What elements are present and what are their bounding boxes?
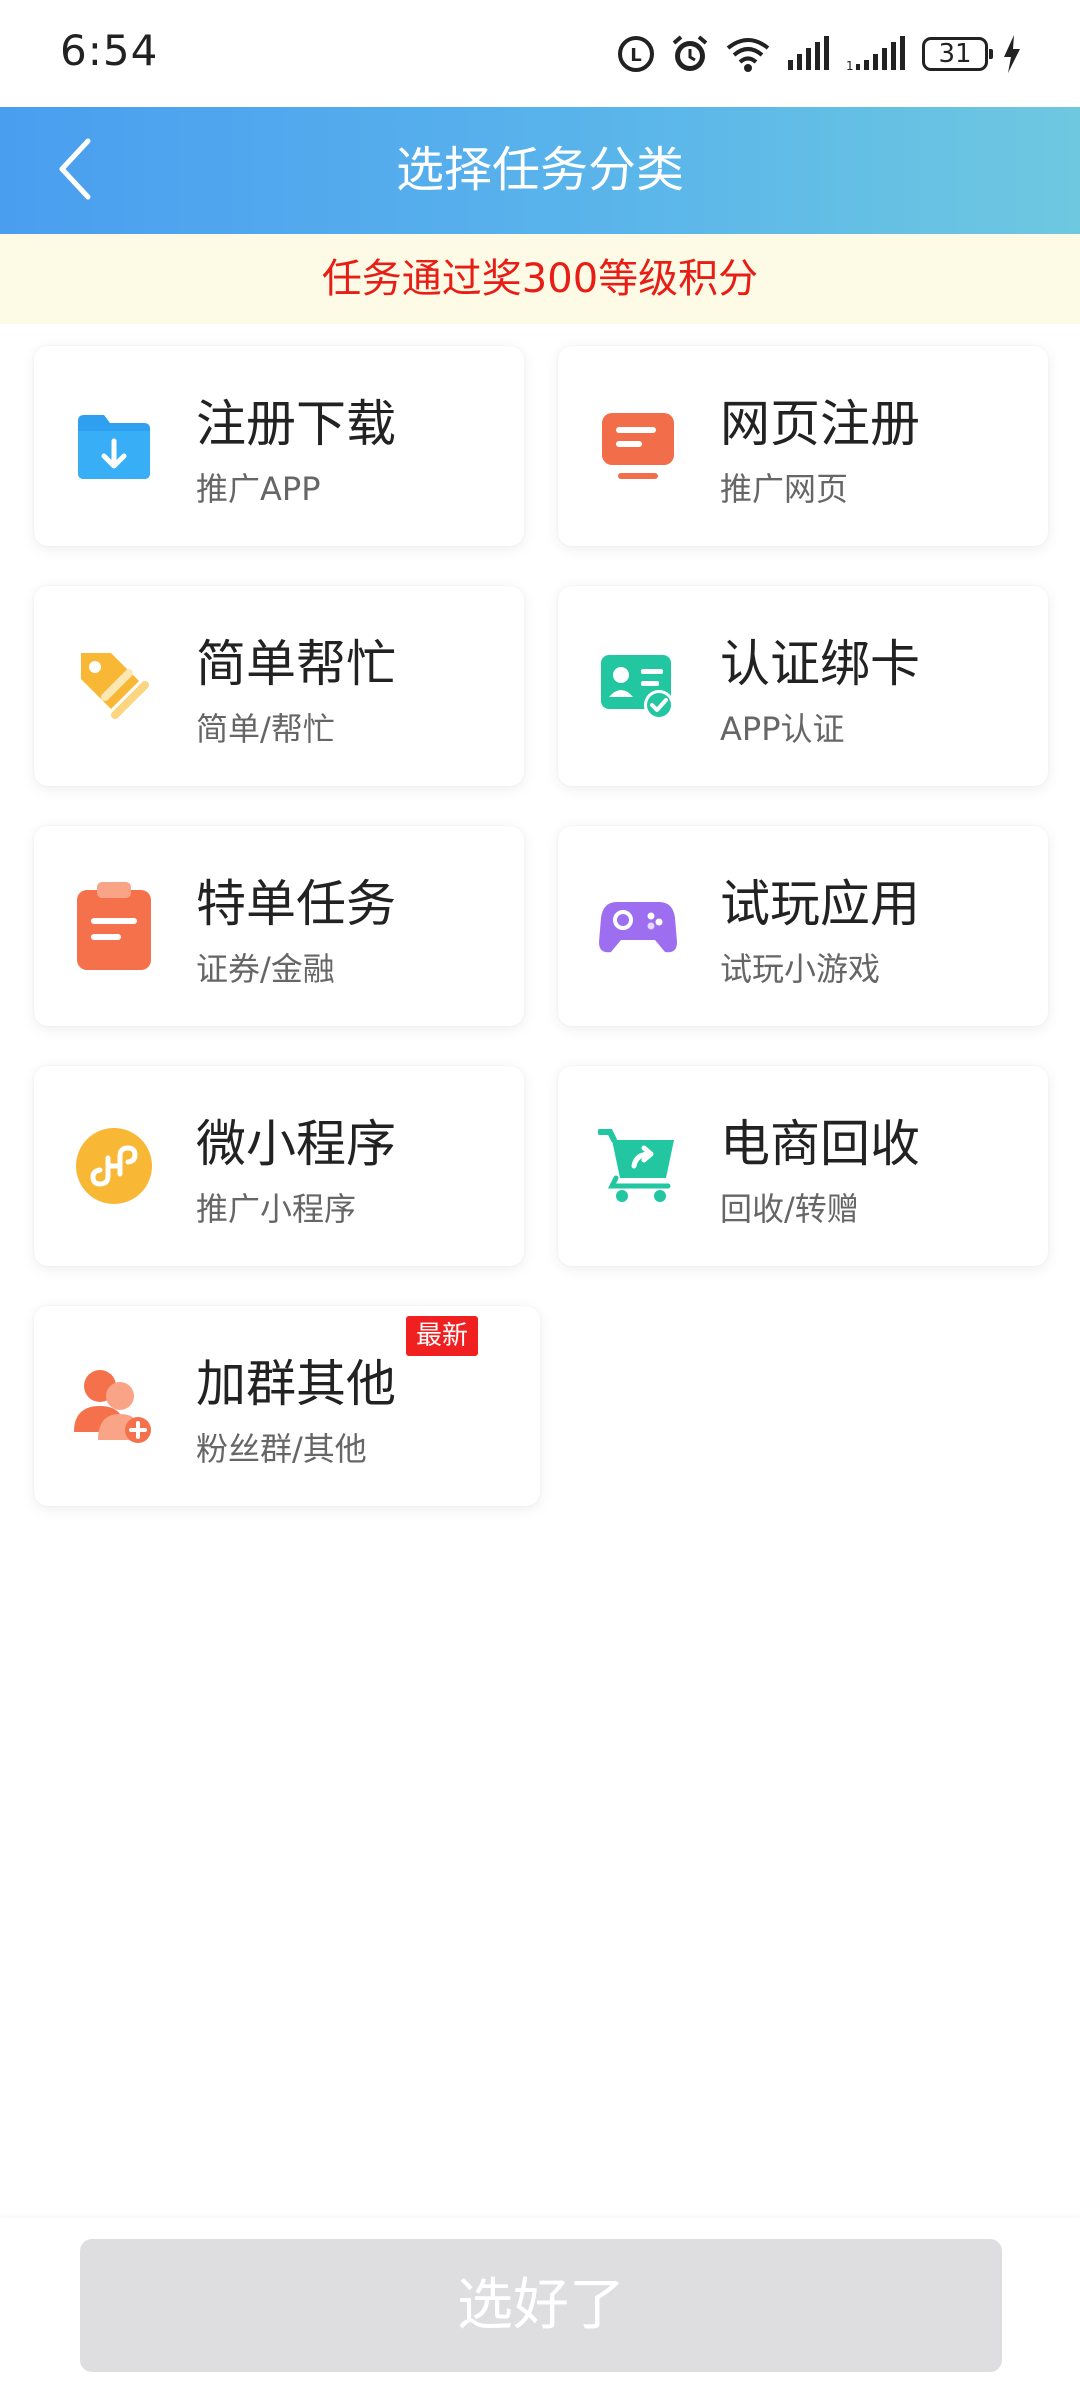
status-bar: 6:54 L 1 31 xyxy=(0,0,1080,107)
svg-text:1: 1 xyxy=(846,59,854,72)
category-title: 认证绑卡 xyxy=(720,635,920,693)
add-group-icon xyxy=(74,1366,154,1446)
category-card-join-group-other[interactable]: 加群其他 粉丝群/其他 最新 xyxy=(34,1306,540,1506)
category-title: 特单任务 xyxy=(196,875,396,933)
alarm-icon xyxy=(670,33,710,75)
category-card-special-task[interactable]: 特单任务 证券/金融 xyxy=(34,826,524,1026)
page-title: 选择任务分类 xyxy=(395,142,684,198)
category-card-register-download[interactable]: 注册下载 推广APP xyxy=(34,346,524,546)
category-subtitle: 推广网页 xyxy=(720,470,849,508)
reward-notice: 任务通过奖300等级积分 xyxy=(0,234,1080,324)
clipboard-icon xyxy=(74,882,154,970)
wifi-icon xyxy=(724,34,772,74)
tag-icon xyxy=(74,646,154,726)
signal-icon xyxy=(786,36,832,72)
category-subtitle: 试玩小游戏 xyxy=(720,950,881,988)
data-saver-icon: L xyxy=(616,34,656,74)
new-badge: 最新 xyxy=(406,1316,479,1356)
battery-icon: 31 xyxy=(922,37,993,71)
category-title: 网页注册 xyxy=(720,395,920,453)
bottom-bar: 选好了 xyxy=(0,2218,1080,2387)
charging-icon xyxy=(1002,35,1022,73)
shopping-cart-icon xyxy=(598,1126,678,1206)
category-subtitle: 推广小程序 xyxy=(196,1190,357,1228)
id-card-icon xyxy=(598,646,678,726)
mini-program-icon xyxy=(74,1126,154,1206)
category-subtitle: APP认证 xyxy=(720,710,845,748)
webpage-icon xyxy=(598,406,678,486)
status-time: 6:54 xyxy=(60,26,159,75)
category-title: 试玩应用 xyxy=(720,875,920,933)
category-card-mini-program[interactable]: 微小程序 推广小程序 xyxy=(34,1066,524,1266)
category-title: 微小程序 xyxy=(196,1115,396,1173)
category-title: 电商回收 xyxy=(720,1115,920,1173)
category-card-simple-help[interactable]: 简单帮忙 简单/帮忙 xyxy=(34,586,524,786)
category-card-trial-app[interactable]: 试玩应用 试玩小游戏 xyxy=(558,826,1048,1026)
category-card-ecommerce-recycle[interactable]: 电商回收 回收/转赠 xyxy=(558,1066,1048,1266)
category-subtitle: 简单/帮忙 xyxy=(196,710,335,748)
svg-text:L: L xyxy=(630,45,641,66)
category-title: 简单帮忙 xyxy=(196,635,396,693)
category-subtitle: 粉丝群/其他 xyxy=(196,1430,367,1468)
category-title: 加群其他 xyxy=(196,1355,396,1413)
folder-download-icon xyxy=(74,406,154,486)
category-subtitle: 证券/金融 xyxy=(196,950,335,988)
status-icons: L 1 31 xyxy=(616,28,1022,80)
app-header: 选择任务分类 xyxy=(0,107,1080,234)
gamepad-icon xyxy=(598,886,678,966)
confirm-button[interactable]: 选好了 xyxy=(80,2239,1002,2372)
category-subtitle: 推广APP xyxy=(196,470,321,508)
signal-icon-2: 1 xyxy=(846,36,908,72)
category-title: 注册下载 xyxy=(196,395,396,453)
battery-level: 31 xyxy=(938,39,972,69)
category-subtitle: 回收/转赠 xyxy=(720,1190,859,1228)
category-card-webpage-register[interactable]: 网页注册 推广网页 xyxy=(558,346,1048,546)
category-card-verify-bind-card[interactable]: 认证绑卡 APP认证 xyxy=(558,586,1048,786)
